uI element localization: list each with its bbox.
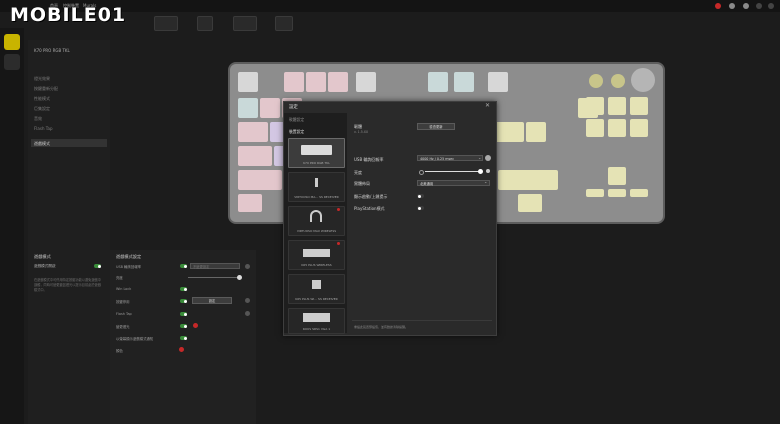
watermark-logo: MOBILE01 [10, 4, 127, 26]
device-alert-icon [337, 242, 340, 245]
playstation-mode-label: PlayStation模式 [354, 206, 385, 211]
device-card-k65-receiver[interactable]: K65 PLUS WI... SS RECEIVER [288, 274, 345, 304]
setting-label: 亮度 [116, 276, 123, 280]
info-icon[interactable] [485, 155, 491, 161]
polling-select[interactable]: 不變更設定 [190, 263, 240, 269]
setting-label: 變更燈光 [116, 325, 130, 329]
help-icon[interactable] [729, 3, 735, 9]
menu-item[interactable]: 燈光效果 [34, 76, 50, 82]
dialog-title: 設定 [289, 105, 298, 110]
info-icon[interactable] [245, 311, 250, 316]
key-disable-settings-button[interactable]: 設定 [192, 297, 232, 304]
device-tab-keyboard[interactable] [154, 16, 178, 31]
win-lock-toggle[interactable] [180, 287, 187, 291]
chevron-down-icon: ⌄ [478, 155, 482, 160]
volume-dial [631, 68, 655, 92]
setting-label: Win Lock [116, 287, 132, 291]
game-mode-toggle-label: 遊戲模式開啟 [34, 264, 56, 268]
brightness-high-icon [486, 169, 490, 173]
tab-device-settings[interactable]: 裝置設定 [289, 129, 304, 135]
menu-item[interactable]: Flash Tap [34, 126, 53, 131]
lock-indicator-label: 顯示啟動/上鎖提示 [354, 194, 388, 199]
firmware-update-button[interactable]: 檢查更新 [417, 123, 455, 130]
divider [352, 320, 492, 321]
panel-title: 遊戲模式 [34, 254, 51, 259]
device-card-k70[interactable]: K70 PRO RGB TKL [288, 138, 345, 168]
device-icon-selected[interactable] [4, 34, 20, 50]
color-swatch[interactable] [193, 323, 198, 328]
key-disable-toggle[interactable] [180, 299, 187, 303]
layout-select[interactable]: 北美通用 [417, 180, 490, 186]
device-card-virtuoso-receiver[interactable]: VIRTUOSO MA... SS RECEIVER [288, 172, 345, 202]
device-tab-receiver[interactable] [233, 16, 257, 31]
device-tab-headset[interactable] [197, 16, 213, 31]
lighting-toggle[interactable] [180, 324, 187, 328]
setting-label: 以螢幕顯示遊戲模式通知 [116, 337, 154, 341]
menu-item[interactable]: 性能模式 [34, 96, 50, 102]
media-knob [589, 74, 603, 88]
device-name: K70 PRO RGB TKL [34, 48, 70, 53]
brightness-low-icon [419, 170, 424, 175]
brightness-track [188, 277, 240, 278]
polling-rate-select[interactable]: 4000 Hz / 0.25 msec [417, 155, 483, 161]
flash-tap-toggle[interactable] [180, 312, 187, 316]
device-tab-board[interactable] [275, 16, 293, 31]
menu-item[interactable]: 巨集設定 [34, 106, 50, 112]
color-swatch[interactable] [179, 347, 184, 352]
device-alert-icon [337, 208, 340, 211]
menu-item-active[interactable]: 遊戲模式 [34, 141, 50, 147]
setting-label: 按鍵停用 [116, 300, 130, 304]
brightness-label: 亮度 [354, 170, 362, 175]
layout-label: 實體佈局 [354, 181, 370, 186]
game-mode-panel [28, 250, 110, 424]
dialog-brightness-slider[interactable] [478, 169, 483, 174]
menu-item[interactable]: 音效 [34, 116, 42, 122]
firmware-version: v. 1.5.XX [354, 130, 369, 134]
osd-toggle[interactable] [180, 336, 187, 340]
notification-icon[interactable] [715, 3, 721, 9]
game-mode-toggle[interactable] [94, 264, 101, 268]
polling-toggle[interactable] [180, 264, 187, 268]
gear-icon[interactable] [743, 3, 749, 9]
polling-rate-label: USB 輪詢回報率 [354, 157, 384, 162]
brightness-slider[interactable] [237, 275, 242, 280]
tab-software-settings[interactable]: 軟體設定 [289, 117, 304, 123]
chevron-down-icon: ⌄ [484, 179, 488, 184]
info-icon[interactable] [245, 298, 250, 303]
lock-indicator-toggle[interactable] [417, 194, 424, 198]
settings-title: 遊戲模式設定 [116, 254, 142, 259]
setting-label: Flash Tap [116, 312, 132, 316]
dialog-close-icon[interactable]: ✕ [485, 102, 490, 109]
close-icon[interactable] [768, 3, 774, 9]
menu-item[interactable]: 按鍵重新分配 [34, 86, 58, 92]
nav-cluster [586, 97, 656, 197]
media-knob [611, 74, 625, 88]
reset-note[interactable]: 重設此裝置預設值，並有數據清除提醒。 [354, 325, 408, 329]
minimize-icon[interactable] [756, 3, 762, 9]
dialog-brightness-track [425, 171, 482, 172]
setting-label: 顏色 [116, 349, 123, 353]
info-icon[interactable] [245, 264, 250, 269]
left-rail [0, 28, 24, 424]
add-device-icon[interactable] [4, 54, 20, 70]
game-mode-description: 在遊戲模式中可停用特定按鍵功能以避免遊戲中誤觸，同時可變更鍵盤燈光以提示目前處於… [34, 278, 101, 292]
playstation-mode-toggle[interactable] [417, 206, 424, 210]
device-card-vga[interactable]: KOUS SRS1 VGA 1 [288, 308, 345, 334]
setting-label: USB 輪詢回報率 [116, 265, 141, 269]
